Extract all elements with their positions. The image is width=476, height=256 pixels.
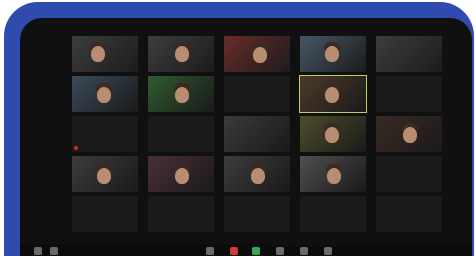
person-face [403,127,417,143]
participant-tile[interactable] [72,116,138,152]
person-face [327,168,341,184]
participant-tile[interactable] [224,116,290,152]
participant-tile[interactable] [300,36,366,72]
reactions-button[interactable] [300,247,308,255]
participant-tile[interactable] [299,75,367,113]
record-button[interactable] [230,247,238,255]
participant-tile[interactable] [376,116,442,152]
participant-tile[interactable] [376,36,442,72]
person-face [251,168,265,184]
person-face [97,87,111,103]
meeting-controls [20,244,472,256]
participant-tile[interactable] [224,76,290,112]
person-face [175,46,189,62]
person-face [325,46,339,62]
participant-tile[interactable] [72,156,138,192]
participant-tile[interactable] [148,76,214,112]
mute-indicator-icon [74,146,78,150]
person-face [91,46,105,62]
participant-tile[interactable] [148,36,214,72]
participant-tile[interactable] [224,156,290,192]
participant-tile[interactable] [300,196,366,232]
video-button[interactable] [50,247,58,255]
participants-button[interactable] [206,247,214,255]
person-face [325,127,339,143]
person-face [253,47,267,63]
participant-tile[interactable] [376,76,442,112]
person-face [175,87,189,103]
chat-button[interactable] [276,247,284,255]
participant-tile[interactable] [72,196,138,232]
share-screen-button[interactable] [252,247,260,255]
person-face [97,168,111,184]
person-face [175,168,189,184]
participant-tile[interactable] [148,156,214,192]
participant-tile[interactable] [224,36,290,72]
meeting-window [20,18,472,256]
participant-tile[interactable] [224,196,290,232]
participant-tile[interactable] [376,156,442,192]
device-frame [4,2,474,256]
participant-tile[interactable] [300,116,366,152]
person-face [325,87,339,103]
participant-tile[interactable] [148,116,214,152]
leave-button[interactable] [324,247,332,255]
participant-tile[interactable] [72,36,138,72]
participant-tile[interactable] [72,76,138,112]
mute-button[interactable] [34,247,42,255]
participant-tile[interactable] [300,156,366,192]
participant-tile[interactable] [376,196,442,232]
participant-tile[interactable] [148,196,214,232]
participant-grid [72,36,444,236]
